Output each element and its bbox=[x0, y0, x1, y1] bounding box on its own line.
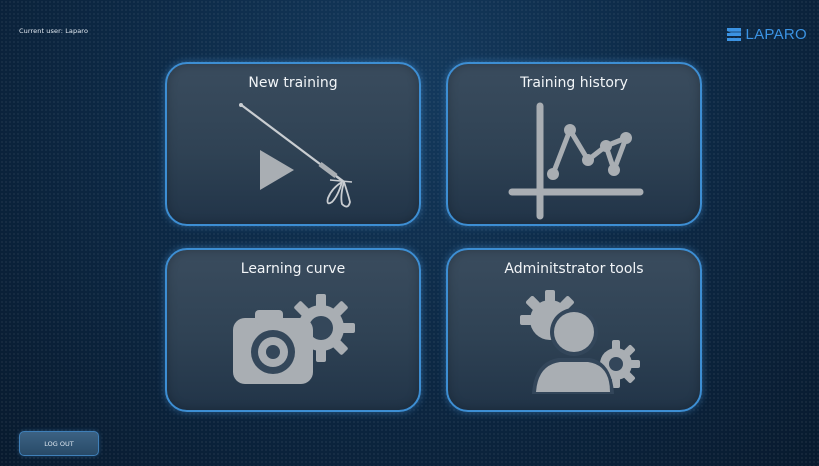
administrator-tools-tile[interactable]: Adminitstrator tools bbox=[446, 248, 702, 412]
current-user-label: Current user: Laparo bbox=[19, 27, 89, 35]
laparo-logo-icon bbox=[727, 27, 742, 41]
line-chart-icon bbox=[508, 102, 644, 220]
user-gears-icon bbox=[520, 290, 640, 394]
learning-curve-tile[interactable]: Learning curve bbox=[165, 248, 421, 412]
administrator-tools-label: Adminitstrator tools bbox=[504, 261, 644, 277]
camera-gear-icon bbox=[233, 294, 355, 384]
training-history-label: Training history bbox=[520, 75, 628, 91]
new-training-label: New training bbox=[248, 75, 338, 91]
training-history-tile[interactable]: Training history bbox=[446, 62, 702, 226]
logout-button[interactable]: LOG OUT bbox=[19, 431, 99, 456]
laparoscopic-instrument-play-icon bbox=[239, 103, 353, 208]
laparo-logo: LAPARO bbox=[727, 24, 807, 44]
laparo-logo-text: LAPARO bbox=[745, 25, 807, 43]
new-training-tile[interactable]: New training bbox=[165, 62, 421, 226]
learning-curve-label: Learning curve bbox=[240, 261, 346, 277]
top-bar: Current user: Laparo LAPARO bbox=[0, 0, 819, 50]
